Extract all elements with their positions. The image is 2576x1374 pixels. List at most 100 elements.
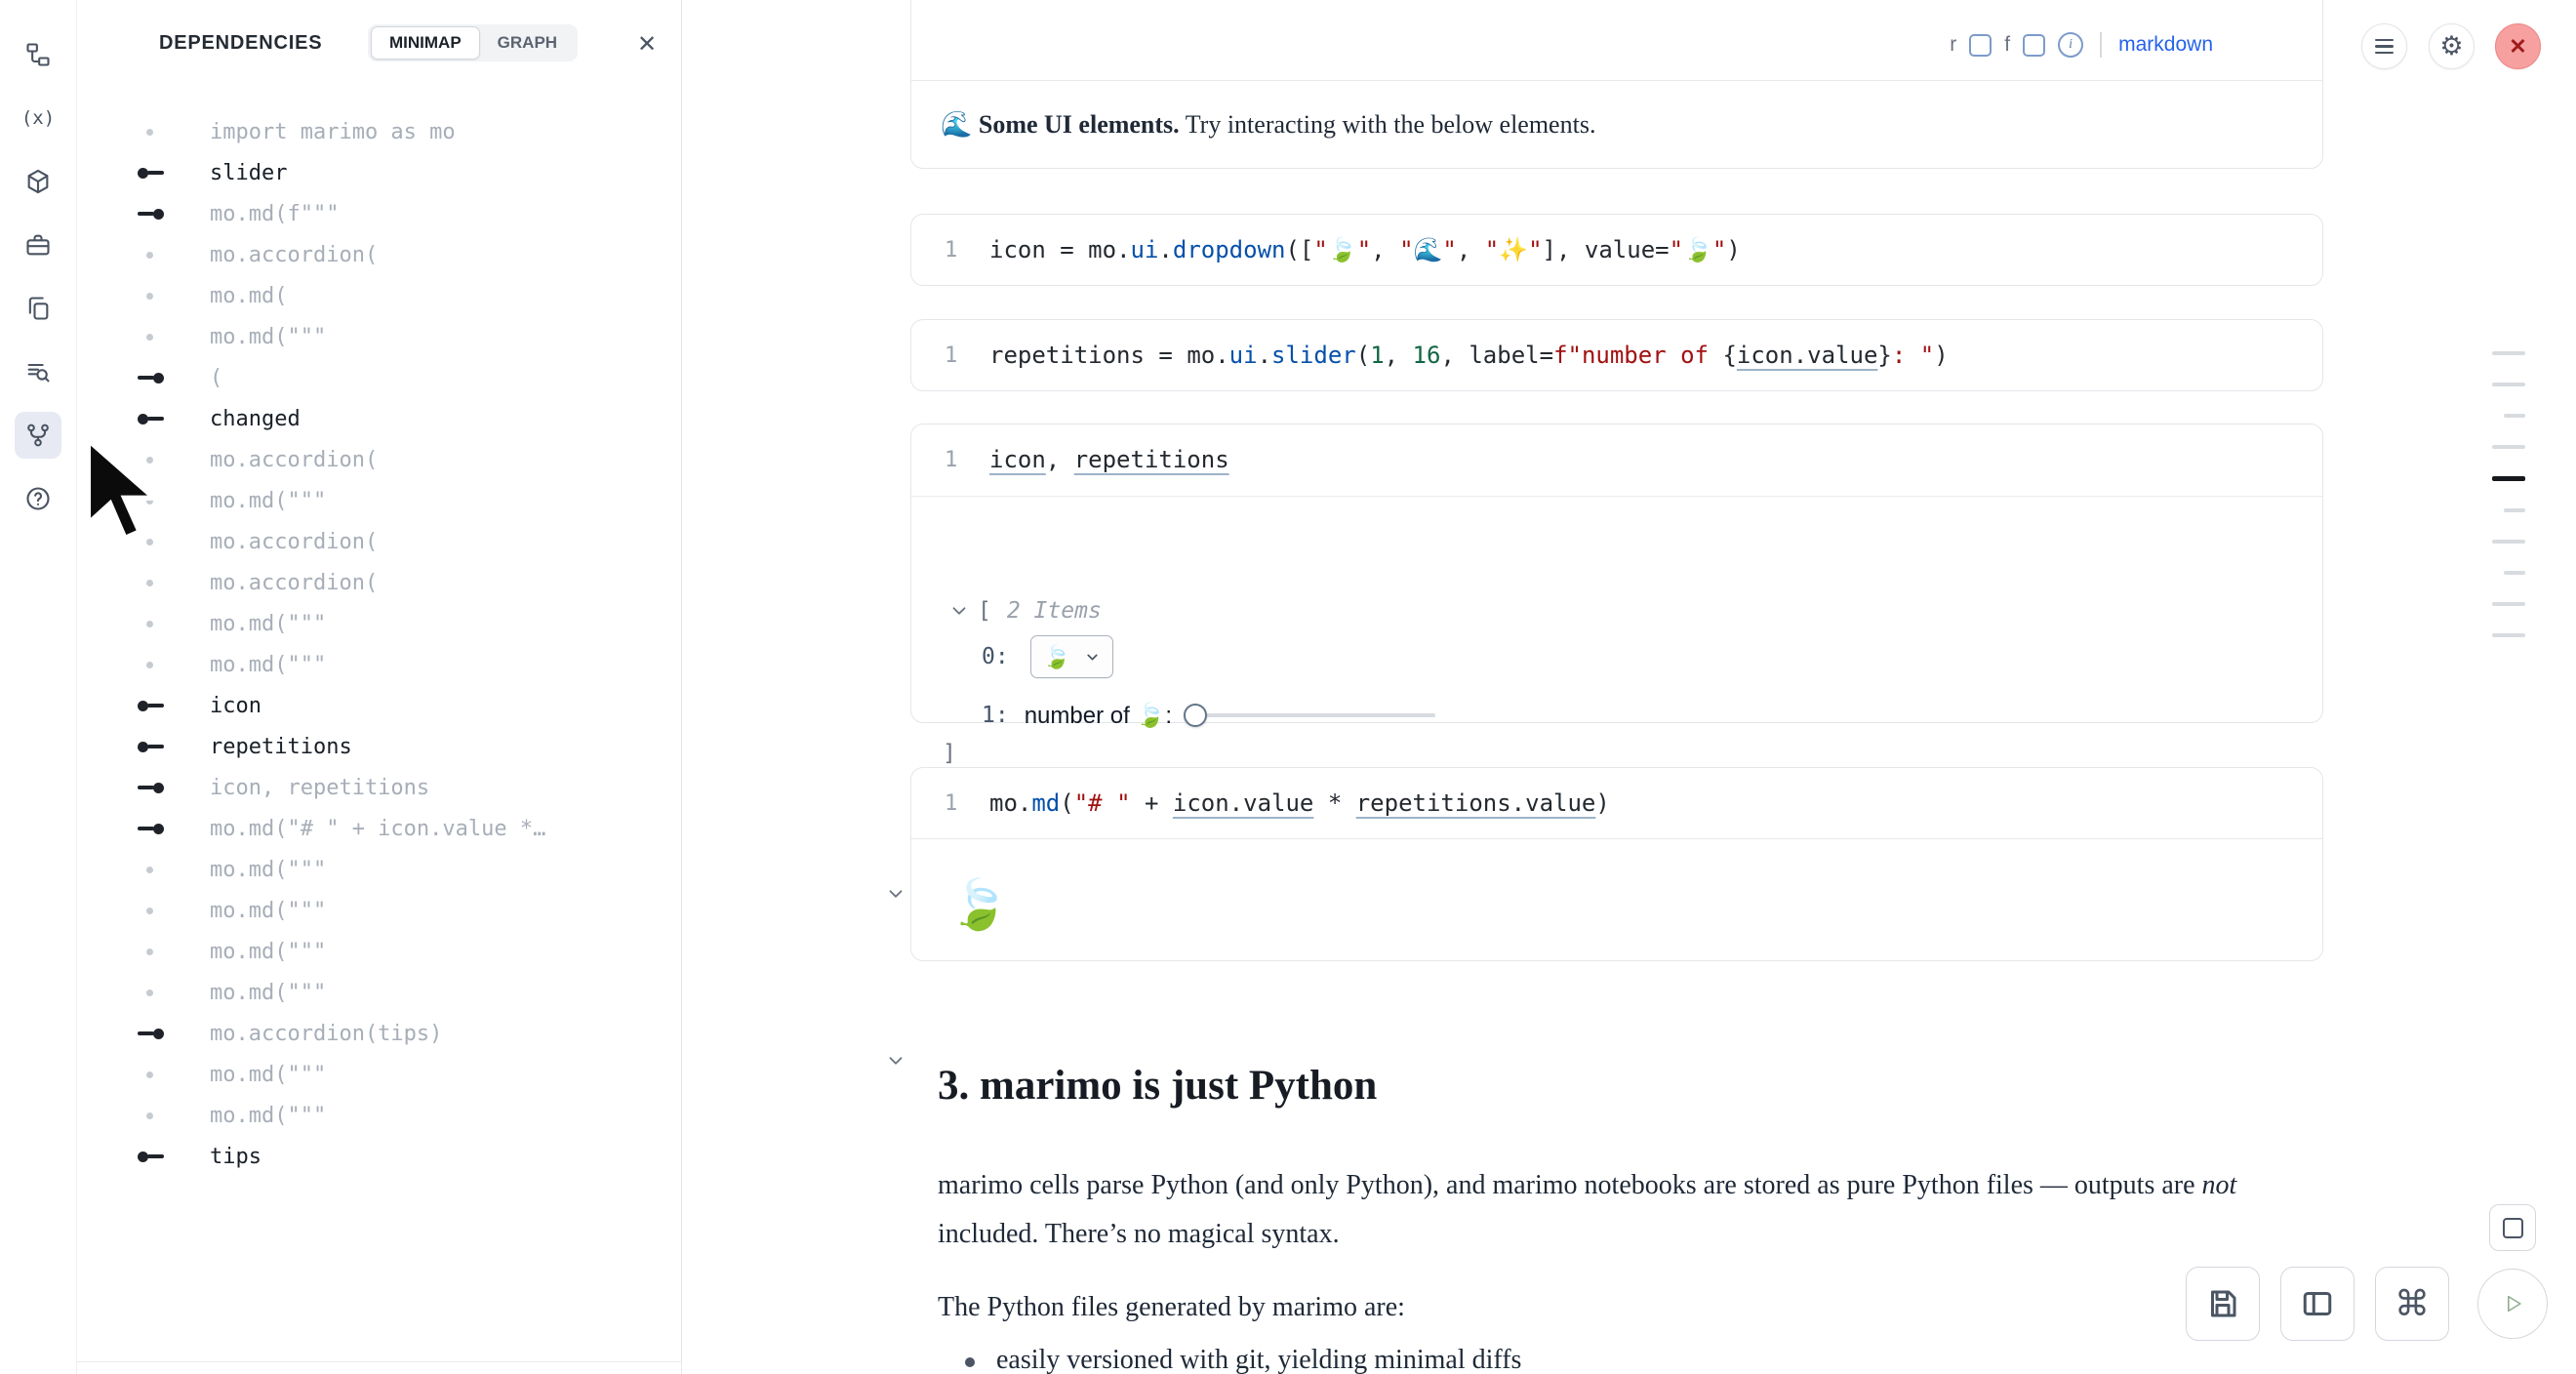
- chevron-down-icon[interactable]: [883, 881, 908, 907]
- minimap-cell-item[interactable]: mo.md(""": [77, 931, 679, 972]
- slider-knob[interactable]: [1184, 704, 1207, 727]
- snippets-icon[interactable]: [15, 285, 61, 332]
- minimap-cell-item[interactable]: import marimo as mo: [77, 111, 679, 152]
- gear-icon: ⚙: [2439, 33, 2463, 60]
- minimap-line[interactable]: [2492, 476, 2525, 481]
- minimap-cell-item[interactable]: mo.md(""": [77, 480, 679, 521]
- cell-relation-icon: [138, 737, 167, 756]
- minimap-line[interactable]: [2492, 602, 2525, 606]
- code-content[interactable]: icon = mo.ui.dropdown(["🍃", "🌊", "✨"], v…: [989, 236, 1741, 263]
- cell-relation-icon: [138, 163, 167, 182]
- cell-relation-icon: [138, 573, 167, 592]
- r-checkbox[interactable]: [1969, 34, 1992, 57]
- toolbox-icon[interactable]: [15, 222, 61, 268]
- minimap-cell-item[interactable]: repetitions: [77, 726, 679, 767]
- minimap-line[interactable]: [2492, 540, 2525, 544]
- cell-relation-icon: [138, 860, 167, 879]
- markdown-output: 🌊 Some UI elements. Try interacting with…: [941, 110, 1595, 140]
- layout-button[interactable]: [2280, 1267, 2355, 1341]
- dropdown-widget[interactable]: 🍃: [1030, 635, 1114, 678]
- code-cell-tuple[interactable]: 1 icon, repetitions [ 2 Items 0: 🍃: [910, 424, 2323, 723]
- save-button[interactable]: [2186, 1267, 2260, 1341]
- close-icon: ✕: [2509, 34, 2526, 60]
- cell-relation-icon: [138, 942, 167, 961]
- tab-graph[interactable]: GRAPH: [480, 27, 575, 59]
- code-content[interactable]: mo.md("# " + icon.value * repetitions.va…: [989, 789, 1610, 817]
- cell-relation-icon: [138, 778, 167, 797]
- minimap-cell-item[interactable]: icon, repetitions: [77, 767, 679, 808]
- minimap-line[interactable]: [2504, 508, 2525, 512]
- info-icon[interactable]: i: [2058, 32, 2083, 58]
- line-number: 1: [945, 344, 989, 368]
- minimap-cell-item[interactable]: mo.accordion(tips): [77, 1013, 679, 1054]
- layout-icon: [2300, 1286, 2335, 1321]
- minimap-cell-item[interactable]: icon: [77, 685, 679, 726]
- variables-icon[interactable]: (x): [15, 95, 61, 141]
- minimap-cell-item[interactable]: mo.md(""": [77, 316, 679, 357]
- minimap-cell-item[interactable]: mo.md(""": [77, 890, 679, 931]
- cell-relation-icon: [138, 983, 167, 1002]
- bullet-item: easily versioned with git, yielding mini…: [965, 1345, 1521, 1374]
- chevron-down-icon[interactable]: [883, 1048, 908, 1073]
- menu-icon: [2375, 39, 2394, 55]
- shortcuts-button[interactable]: ⌘: [2375, 1267, 2449, 1341]
- run-button[interactable]: [2477, 1269, 2548, 1339]
- minimap-cell-item[interactable]: mo.md("# " + icon.value *…: [77, 808, 679, 849]
- minimap-cell-item[interactable]: mo.md(""": [77, 1054, 679, 1095]
- packages-icon[interactable]: [15, 158, 61, 205]
- cell-relation-icon: [138, 655, 167, 674]
- minimap-cell-item[interactable]: mo.accordion(: [77, 439, 679, 480]
- cell-relation-icon: [138, 204, 167, 223]
- minimap-cell-item[interactable]: changed: [77, 398, 679, 439]
- code-cell-md[interactable]: 1 mo.md("# " + icon.value * repetitions.…: [910, 767, 2323, 961]
- minimap-line[interactable]: [2504, 571, 2525, 575]
- minimap-cell-item[interactable]: mo.md(f""": [77, 193, 679, 234]
- minimap-line[interactable]: [2492, 445, 2525, 449]
- minimap-cell-item[interactable]: mo.md(""": [77, 644, 679, 685]
- minimap-line[interactable]: [2492, 383, 2525, 386]
- f-checkbox[interactable]: [2023, 34, 2045, 57]
- minimap-cell-item[interactable]: mo.md(""": [77, 972, 679, 1013]
- minimap-cell-item[interactable]: mo.md(""": [77, 1095, 679, 1136]
- markdown-cell-partial[interactable]: 1 🌊 **Some UI elements.** Try interactin…: [910, 0, 2323, 169]
- code-cell-dropdown[interactable]: 1 icon = mo.ui.dropdown(["🍃", "🌊", "✨"],…: [910, 214, 2323, 286]
- language-badge[interactable]: markdown: [2118, 33, 2213, 57]
- shutdown-button[interactable]: ✕: [2495, 23, 2541, 69]
- minimap-cell-item[interactable]: tips: [77, 1136, 679, 1177]
- toggle-f-label: f: [2004, 33, 2010, 57]
- line-number: 1: [945, 448, 989, 472]
- minimap-line[interactable]: [2492, 633, 2525, 637]
- slider-track[interactable]: [1195, 713, 1435, 717]
- section-heading: 3. marimo is just Python: [938, 1062, 1377, 1110]
- minimap-cell-item[interactable]: (: [77, 357, 679, 398]
- dependencies-panel: DEPENDENCIES MINIMAP GRAPH ✕ import mari…: [77, 0, 682, 1374]
- minimap-cell-item[interactable]: mo.accordion(: [77, 562, 679, 603]
- array-row-1: 1: number of 🍃:: [982, 694, 1435, 737]
- minimap-cell-item[interactable]: mo.accordion(: [77, 234, 679, 275]
- left-icon-rail: (x): [0, 0, 77, 1374]
- minimap-list: import marimo as mo slider mo.md(f""" mo…: [77, 111, 679, 1358]
- close-icon[interactable]: ✕: [629, 26, 664, 61]
- minimap-cell-item[interactable]: mo.md(""": [77, 603, 679, 644]
- code-content[interactable]: repetitions = mo.ui.slider(1, 16, label=…: [989, 342, 1949, 369]
- settings-button[interactable]: ⚙: [2429, 23, 2475, 69]
- minimap-line[interactable]: [2492, 351, 2525, 355]
- chevron-down-icon[interactable]: [946, 598, 972, 624]
- minimap-cell-item[interactable]: mo.md(: [77, 275, 679, 316]
- minimap-cell-item[interactable]: mo.accordion(: [77, 521, 679, 562]
- dependency-graph-icon[interactable]: [15, 412, 61, 459]
- minimap-line[interactable]: [2504, 414, 2525, 418]
- panel-toggle-button[interactable]: [2489, 1204, 2536, 1251]
- bullet-dot: [965, 1357, 975, 1367]
- code-content[interactable]: icon, repetitions: [989, 446, 1229, 473]
- code-cell-slider[interactable]: 1 repetitions = mo.ui.slider(1, 16, labe…: [910, 319, 2323, 391]
- line-number: 1: [945, 791, 989, 816]
- logs-icon[interactable]: [15, 348, 61, 395]
- menu-button[interactable]: [2361, 23, 2407, 69]
- minimap-cell-item[interactable]: mo.md(""": [77, 849, 679, 890]
- tab-minimap[interactable]: MINIMAP: [371, 26, 480, 60]
- file-tree-icon[interactable]: [15, 31, 61, 78]
- slider-widget[interactable]: [1184, 703, 1435, 728]
- minimap-cell-item[interactable]: slider: [77, 152, 679, 193]
- help-icon[interactable]: [15, 475, 61, 522]
